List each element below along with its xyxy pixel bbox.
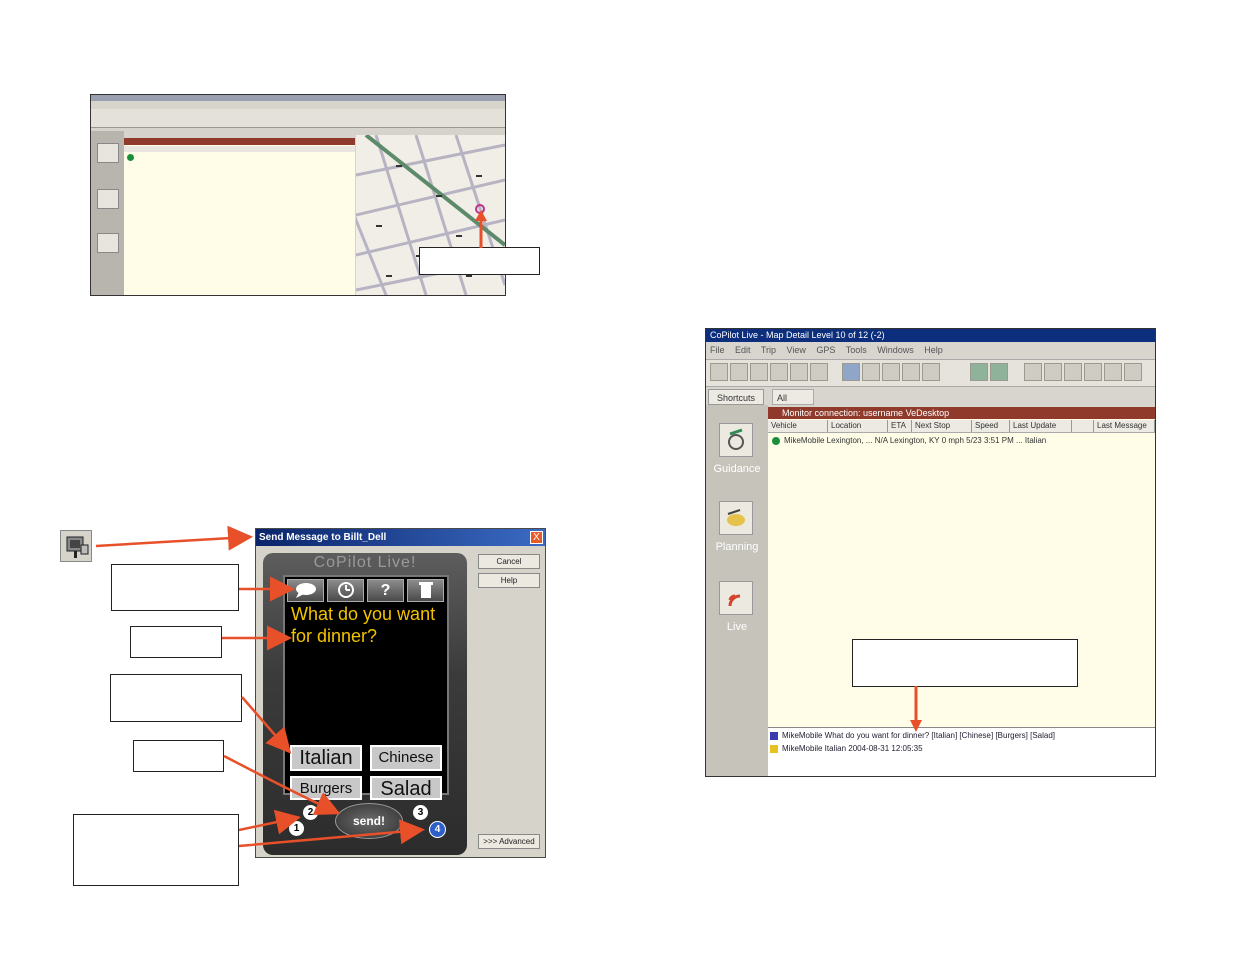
- message-log: MikeMobile What do you want for dinner? …: [768, 727, 1155, 776]
- toolbar-button[interactable]: [790, 363, 808, 381]
- arrow-to-dialog-title: [95, 525, 253, 551]
- screenshot-copilot-live-window: CoPilot Live - Map Detail Level 10 of 12…: [705, 328, 1156, 777]
- toolbar-button[interactable]: [1084, 363, 1102, 381]
- toolbar-button[interactable]: [750, 363, 768, 381]
- column-blank[interactable]: [1072, 420, 1094, 432]
- column-location[interactable]: Location: [828, 420, 888, 432]
- callout-arrow-message-log: [910, 686, 922, 732]
- route-icon[interactable]: [990, 363, 1008, 381]
- arrow-to-options: [241, 696, 292, 754]
- toolbar-button[interactable]: [902, 363, 920, 381]
- shortcut-label-live: Live: [726, 621, 748, 633]
- column-last-message[interactable]: Last Message: [1094, 420, 1155, 432]
- message-log-entry[interactable]: MikeMobile Italian 2004-08-31 12:05:35: [782, 744, 923, 753]
- reply-message-icon: [770, 745, 778, 753]
- arrow-to-send: [223, 754, 341, 815]
- toolbar-button[interactable]: [1104, 363, 1122, 381]
- toolbar-button[interactable]: [1044, 363, 1062, 381]
- zoom-out-icon[interactable]: [882, 363, 900, 381]
- column-vehicle[interactable]: Vehicle: [768, 420, 828, 432]
- monitor-connection-header: Monitor connection: username VeDesktop: [768, 407, 1155, 419]
- column-last-update[interactable]: Last Update: [1010, 420, 1072, 432]
- list-column-headers: Vehicle Location ETA Next Stop Speed Las…: [768, 420, 1155, 433]
- shortcut-label-guidance: Guidance: [713, 463, 761, 475]
- live-icon[interactable]: [719, 581, 753, 615]
- arrow-to-number-2: [238, 809, 301, 835]
- tab-all[interactable]: All: [772, 389, 814, 405]
- planning-icon[interactable]: [719, 501, 753, 535]
- callout-box-message-log: [852, 639, 1078, 687]
- toolbar-button[interactable]: [1124, 363, 1142, 381]
- toolbar-button[interactable]: [710, 363, 728, 381]
- globe-icon[interactable]: [842, 363, 860, 381]
- column-next-stop[interactable]: Next Stop: [912, 420, 972, 432]
- toolbar-button[interactable]: [1024, 363, 1042, 381]
- sent-message-icon: [770, 732, 778, 740]
- toolbar-button[interactable]: [770, 363, 788, 381]
- shortcut-label-planning: Planning: [715, 541, 759, 553]
- window-title: CoPilot Live - Map Detail Level 10 of 12…: [706, 329, 1155, 342]
- guidance-icon[interactable]: [719, 423, 753, 457]
- shortcuts-sidebar: Guidance Planning Live: [706, 405, 768, 776]
- column-speed[interactable]: Speed: [972, 420, 1010, 432]
- arrow-to-number-4: [238, 819, 425, 848]
- toolbar: [706, 359, 1155, 387]
- menu-bar[interactable]: File Edit Trip View GPS Tools Windows He…: [706, 342, 1155, 358]
- table-row[interactable]: MikeMobile Lexington, ... N/A Lexington,…: [768, 435, 1155, 447]
- toolbar-button[interactable]: [730, 363, 748, 381]
- column-eta[interactable]: ETA: [888, 420, 912, 432]
- toolbar-button[interactable]: [922, 363, 940, 381]
- toolbar-button[interactable]: [810, 363, 828, 381]
- route-icon[interactable]: [970, 363, 988, 381]
- zoom-in-icon[interactable]: [862, 363, 880, 381]
- toolbar-button[interactable]: [1064, 363, 1082, 381]
- tab-shortcuts[interactable]: Shortcuts: [708, 389, 764, 405]
